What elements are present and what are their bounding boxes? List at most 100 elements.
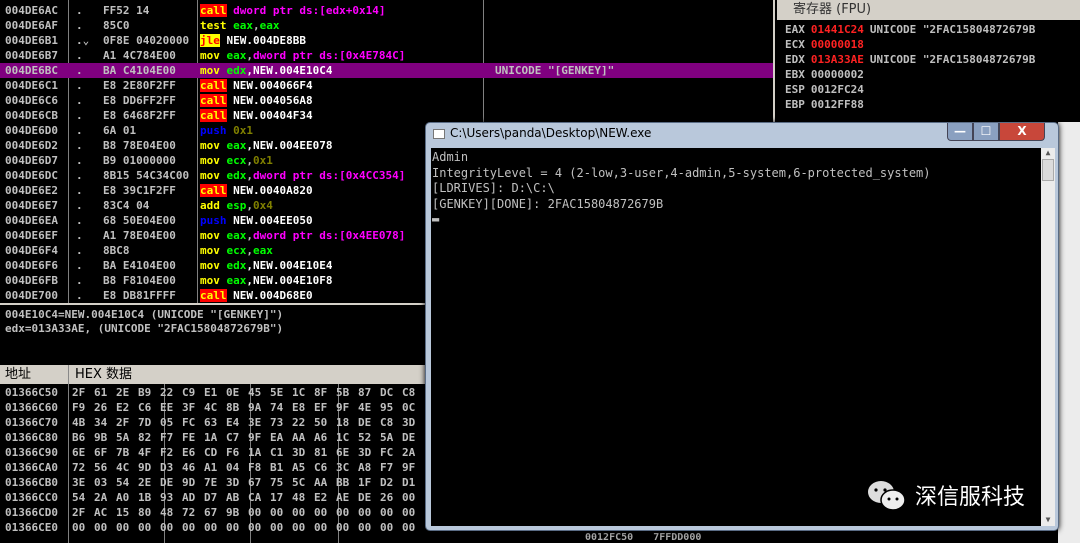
- console-window[interactable]: C:\Users\panda\Desktop\NEW.exe — ☐ X Adm…: [425, 122, 1059, 531]
- instruction-token: mov: [200, 49, 220, 62]
- flow-marker: .: [76, 49, 83, 62]
- register-value[interactable]: 00000002: [811, 68, 864, 81]
- instruction-token: ,: [246, 139, 253, 152]
- hex-byte: 00: [248, 506, 262, 519]
- hex-byte: 61: [94, 386, 108, 399]
- watermark: 深信服科技: [865, 478, 1025, 512]
- hex-dump-pane[interactable]: 01366C50 2F 61 2E B9 22 C9 E1 0E 45 5E 1C 8F 5B 87 DC C8…: [0, 384, 430, 543]
- registers-header[interactable]: 寄存器 (FPU): [777, 0, 1080, 20]
- instruction-token: ,: [246, 199, 253, 212]
- register-value[interactable]: 01441C24: [811, 23, 864, 36]
- disasm-row[interactable]: 004DE6BC. BA C4104E00 mov edx,NEW.004E10C4…: [0, 63, 773, 78]
- console-scrollbar[interactable]: ▲ ▼: [1041, 148, 1055, 526]
- hex-byte: 9D: [182, 476, 196, 489]
- instruction-address: 004DE6C6: [5, 94, 58, 107]
- address-column-header[interactable]: 地址: [5, 365, 31, 384]
- instruction-token: ,: [246, 229, 253, 242]
- instruction-token: edx: [226, 169, 247, 182]
- instruction-address: 004DE6E2: [5, 184, 58, 197]
- console-output[interactable]: Admin IntegrityLevel = 4 (2-low,3-user,4-…: [431, 148, 1041, 526]
- register-row[interactable]: EBX 00000002: [777, 67, 1080, 82]
- hex-byte: 74: [270, 401, 284, 414]
- instruction: jle NEW.004DE8BB: [200, 33, 483, 48]
- hex-byte: 0C: [402, 401, 416, 414]
- hex-byte: 5A: [116, 431, 130, 444]
- hex-byte: B6: [72, 431, 86, 444]
- hex-data-column-header[interactable]: HEX 数据: [68, 365, 132, 384]
- register-value[interactable]: 00000018: [811, 38, 864, 51]
- register-name: ESP: [785, 83, 805, 96]
- disasm-row[interactable]: 004DE6B1 .⌄ 0F8E 04020000 jle NEW.004DE8BB: [0, 33, 773, 48]
- instruction-token: 0x4: [253, 199, 273, 212]
- hex-byte: E4: [226, 416, 240, 429]
- hex-byte: 5C: [292, 476, 306, 489]
- register-value[interactable]: 0012FF88: [811, 98, 864, 111]
- console-icon: [433, 129, 445, 139]
- hex-byte: 9F: [248, 431, 262, 444]
- hex-byte: 63: [204, 416, 218, 429]
- instruction-token: NEW.004DE8BB: [226, 34, 306, 47]
- register-value[interactable]: 013A33AE: [811, 53, 864, 66]
- hex-byte: EE: [160, 401, 174, 414]
- instruction-token: ,: [246, 154, 253, 167]
- hex-byte: 17: [270, 491, 284, 504]
- disasm-row[interactable]: 004DE6C1. E8 2E80F2FF call NEW.004066F4: [0, 78, 773, 93]
- hex-byte: A6: [314, 431, 328, 444]
- hex-byte: C8: [402, 386, 416, 399]
- hex-byte: 93: [160, 491, 174, 504]
- hex-address: 01366CA0: [5, 461, 58, 474]
- instruction-token: [220, 259, 227, 272]
- register-row[interactable]: EDX 013A33AE UNICODE "2FAC15804872679B: [777, 52, 1080, 67]
- hex-byte: 3D: [358, 446, 372, 459]
- instruction-address: 004DE6FB: [5, 274, 58, 287]
- hex-byte: DE: [358, 491, 372, 504]
- register-row[interactable]: ESP 0012FC24: [777, 82, 1080, 97]
- instruction-token: eax: [259, 19, 280, 32]
- register-value[interactable]: 0012FC24: [811, 83, 864, 96]
- hex-byte: F8: [248, 461, 262, 474]
- hex-byte: A8: [358, 461, 372, 474]
- instruction-token: [220, 49, 227, 62]
- hex-byte: 6E: [72, 446, 86, 459]
- hex-byte: 3E: [72, 476, 86, 489]
- opcode-bytes: B9 01000000: [103, 154, 176, 167]
- hex-byte: A1: [204, 461, 218, 474]
- instruction-token: eax: [233, 19, 253, 32]
- hex-byte: 00: [358, 506, 372, 519]
- hex-byte: 9B: [226, 506, 240, 519]
- window-title: C:\Users\panda\Desktop\NEW.exe: [450, 126, 652, 140]
- instruction-token: eax: [226, 139, 247, 152]
- instruction-token: eax: [253, 244, 273, 257]
- hex-byte: 00: [160, 521, 174, 534]
- disasm-row[interactable]: 004DE6B7. A1 4C784E00 mov eax,dword ptr ds…: [0, 48, 773, 63]
- register-row[interactable]: EBP 0012FF88: [777, 97, 1080, 112]
- instruction-token: [220, 199, 227, 212]
- register-row[interactable]: EAX 01441C24 UNICODE "2FAC15804872679B: [777, 22, 1080, 37]
- register-comment: UNICODE "2FAC15804872679B: [869, 53, 1036, 66]
- hex-address: 01366CB0: [5, 476, 58, 489]
- hex-byte: 00: [72, 521, 86, 534]
- instruction-token: NEW.004056A8: [233, 94, 313, 107]
- maximize-button[interactable]: ☐: [973, 123, 999, 141]
- scrollbar[interactable]: [1058, 122, 1080, 543]
- instruction-token: NEW.004D68E0: [233, 289, 313, 302]
- hex-byte: 9B: [94, 431, 108, 444]
- register-name: ECX: [785, 38, 805, 51]
- hex-byte: 8B: [226, 401, 240, 414]
- hex-byte: 2F: [72, 386, 86, 399]
- disasm-row[interactable]: 004DE6AC. FF52 14 call dword ptr ds:[edx+0…: [0, 3, 773, 18]
- disasm-row[interactable]: 004DE6C6. E8 DD6FF2FF call NEW.004056A8: [0, 93, 773, 108]
- instruction-token: [220, 274, 227, 287]
- flow-marker: .: [76, 4, 83, 17]
- disasm-row[interactable]: 004DE6CB. E8 6468F2FF call NEW.00404F34: [0, 108, 773, 123]
- hex-byte: 45: [248, 386, 262, 399]
- flow-marker: .: [76, 199, 83, 212]
- register-row[interactable]: ECX 00000018: [777, 37, 1080, 52]
- instruction-address: 004DE6B7: [5, 49, 58, 62]
- close-button[interactable]: X: [999, 123, 1045, 141]
- minimize-button[interactable]: —: [947, 123, 973, 141]
- hex-byte: 4F: [138, 446, 152, 459]
- disasm-row[interactable]: 004DE6AF. 85C0 test eax,eax: [0, 18, 773, 33]
- hex-byte: 56: [94, 461, 108, 474]
- hex-byte: EF: [314, 401, 328, 414]
